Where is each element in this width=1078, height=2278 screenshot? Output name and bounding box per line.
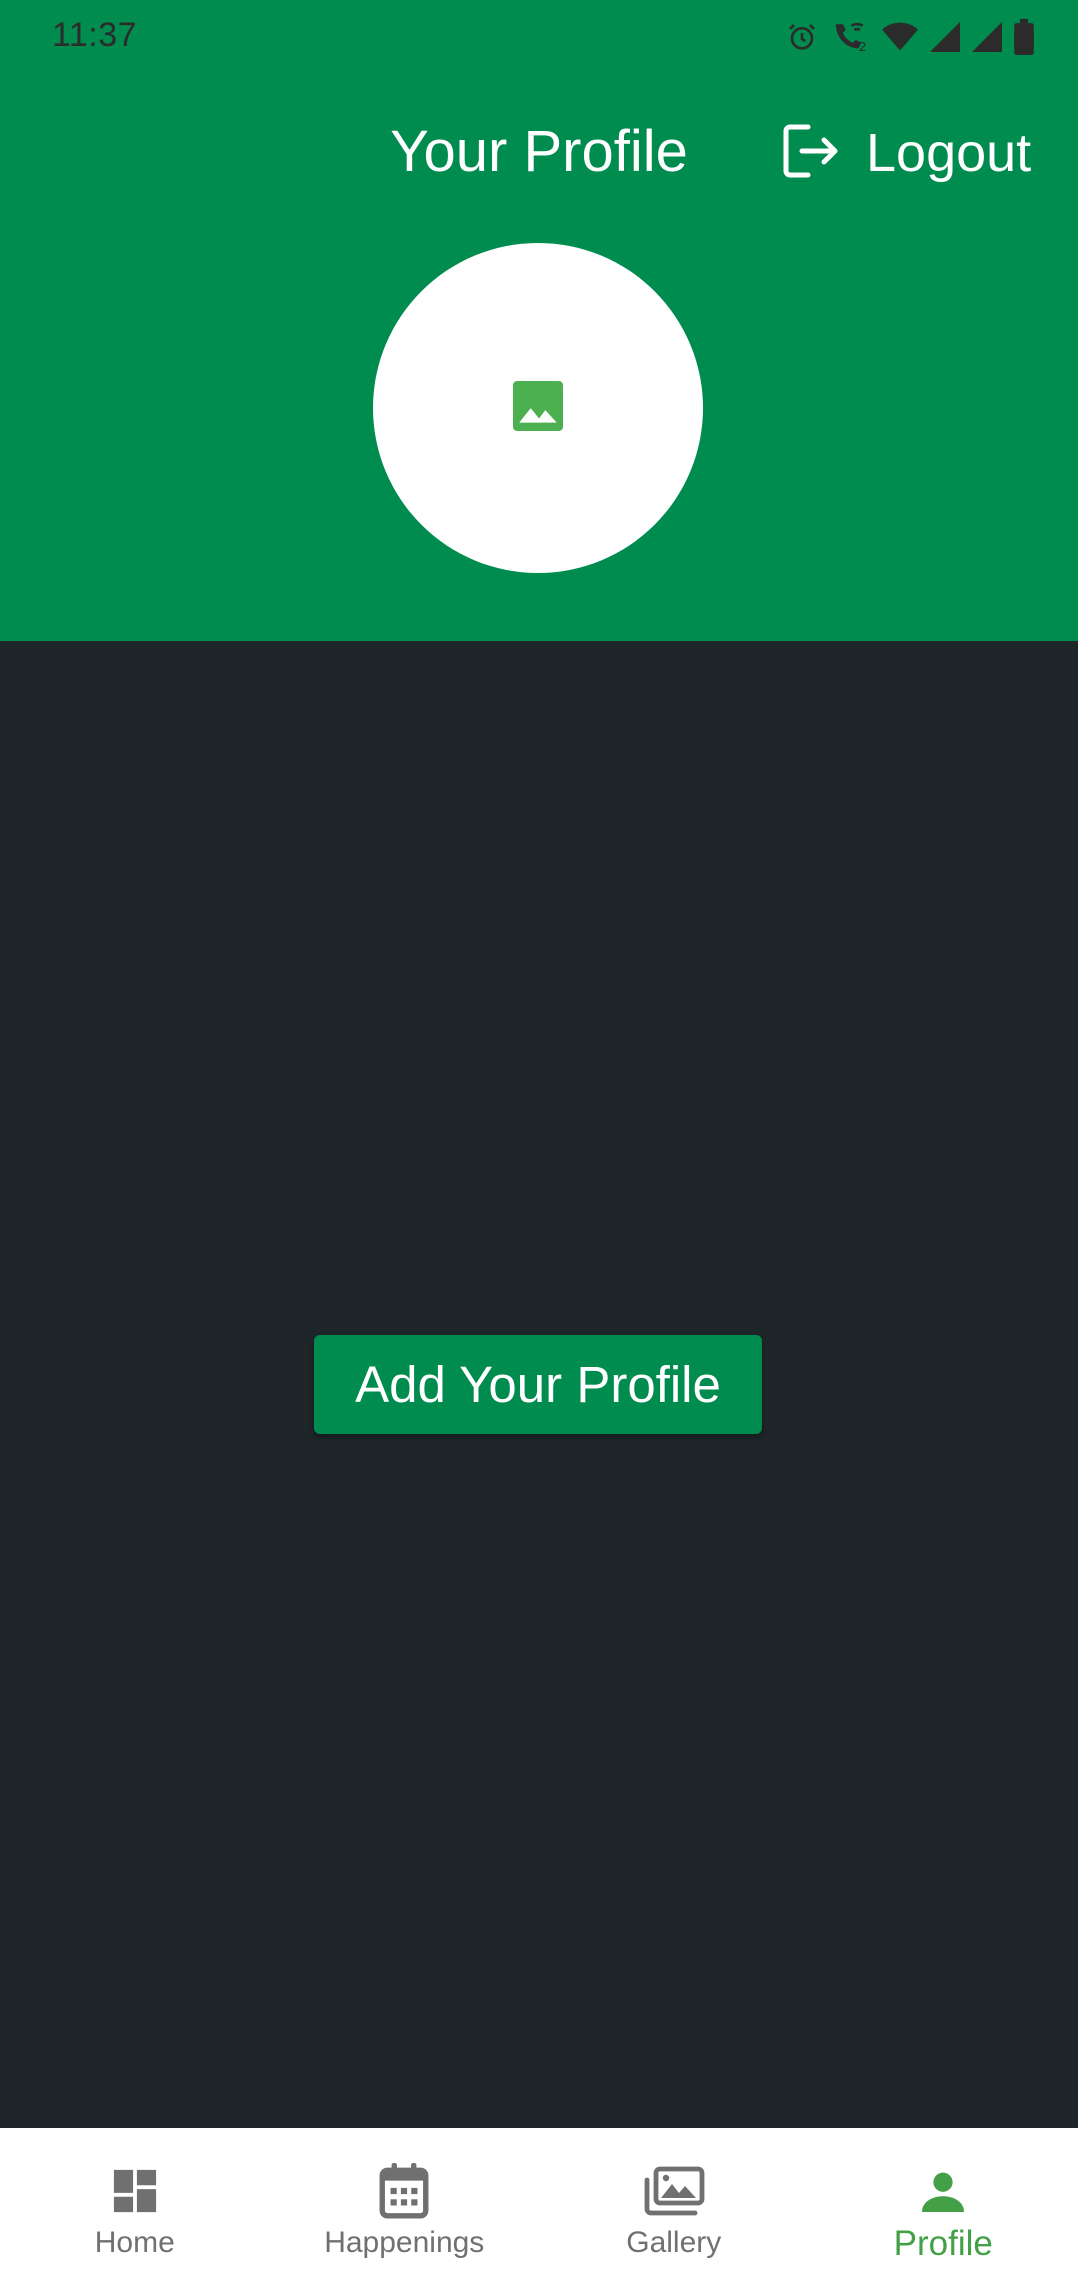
- image-placeholder-icon: [513, 380, 563, 436]
- signal-icon: [930, 22, 960, 52]
- profile-header: 11:37 2 Your Profile Logout: [0, 0, 1078, 641]
- nav-label-home: Home: [94, 2226, 175, 2259]
- svg-text:2: 2: [859, 40, 867, 54]
- dashboard-icon: [112, 2162, 158, 2220]
- nav-label-gallery: Gallery: [626, 2226, 722, 2259]
- nav-label-happenings: Happenings: [324, 2226, 485, 2259]
- alarm-icon: [786, 21, 818, 53]
- avatar[interactable]: [373, 243, 703, 573]
- calendar-icon: [379, 2162, 429, 2220]
- signal-icon: [972, 22, 1002, 52]
- status-icons: 2: [786, 18, 1034, 56]
- logout-label: Logout: [866, 123, 1032, 183]
- wifi-calling-icon: 2: [830, 20, 870, 54]
- status-time: 11:37: [52, 16, 138, 54]
- person-icon: [922, 2162, 965, 2220]
- photo-library-icon: [642, 2162, 706, 2220]
- logout-button[interactable]: Logout: [782, 118, 1031, 188]
- nav-item-happenings[interactable]: Happenings: [270, 2128, 540, 2278]
- logout-icon: [782, 123, 840, 184]
- nav-item-gallery[interactable]: Gallery: [539, 2128, 809, 2278]
- wifi-icon: [882, 22, 918, 52]
- nav-item-home[interactable]: Home: [0, 2128, 270, 2278]
- nav-label-profile: Profile: [893, 2224, 993, 2263]
- bottom-navigation: Home Happenings Gallery Profile: [0, 2128, 1078, 2278]
- battery-icon: [1014, 19, 1034, 55]
- status-bar: 11:37 2: [0, 0, 1078, 74]
- add-profile-button[interactable]: Add Your Profile: [314, 1335, 762, 1434]
- nav-item-profile[interactable]: Profile: [809, 2128, 1078, 2278]
